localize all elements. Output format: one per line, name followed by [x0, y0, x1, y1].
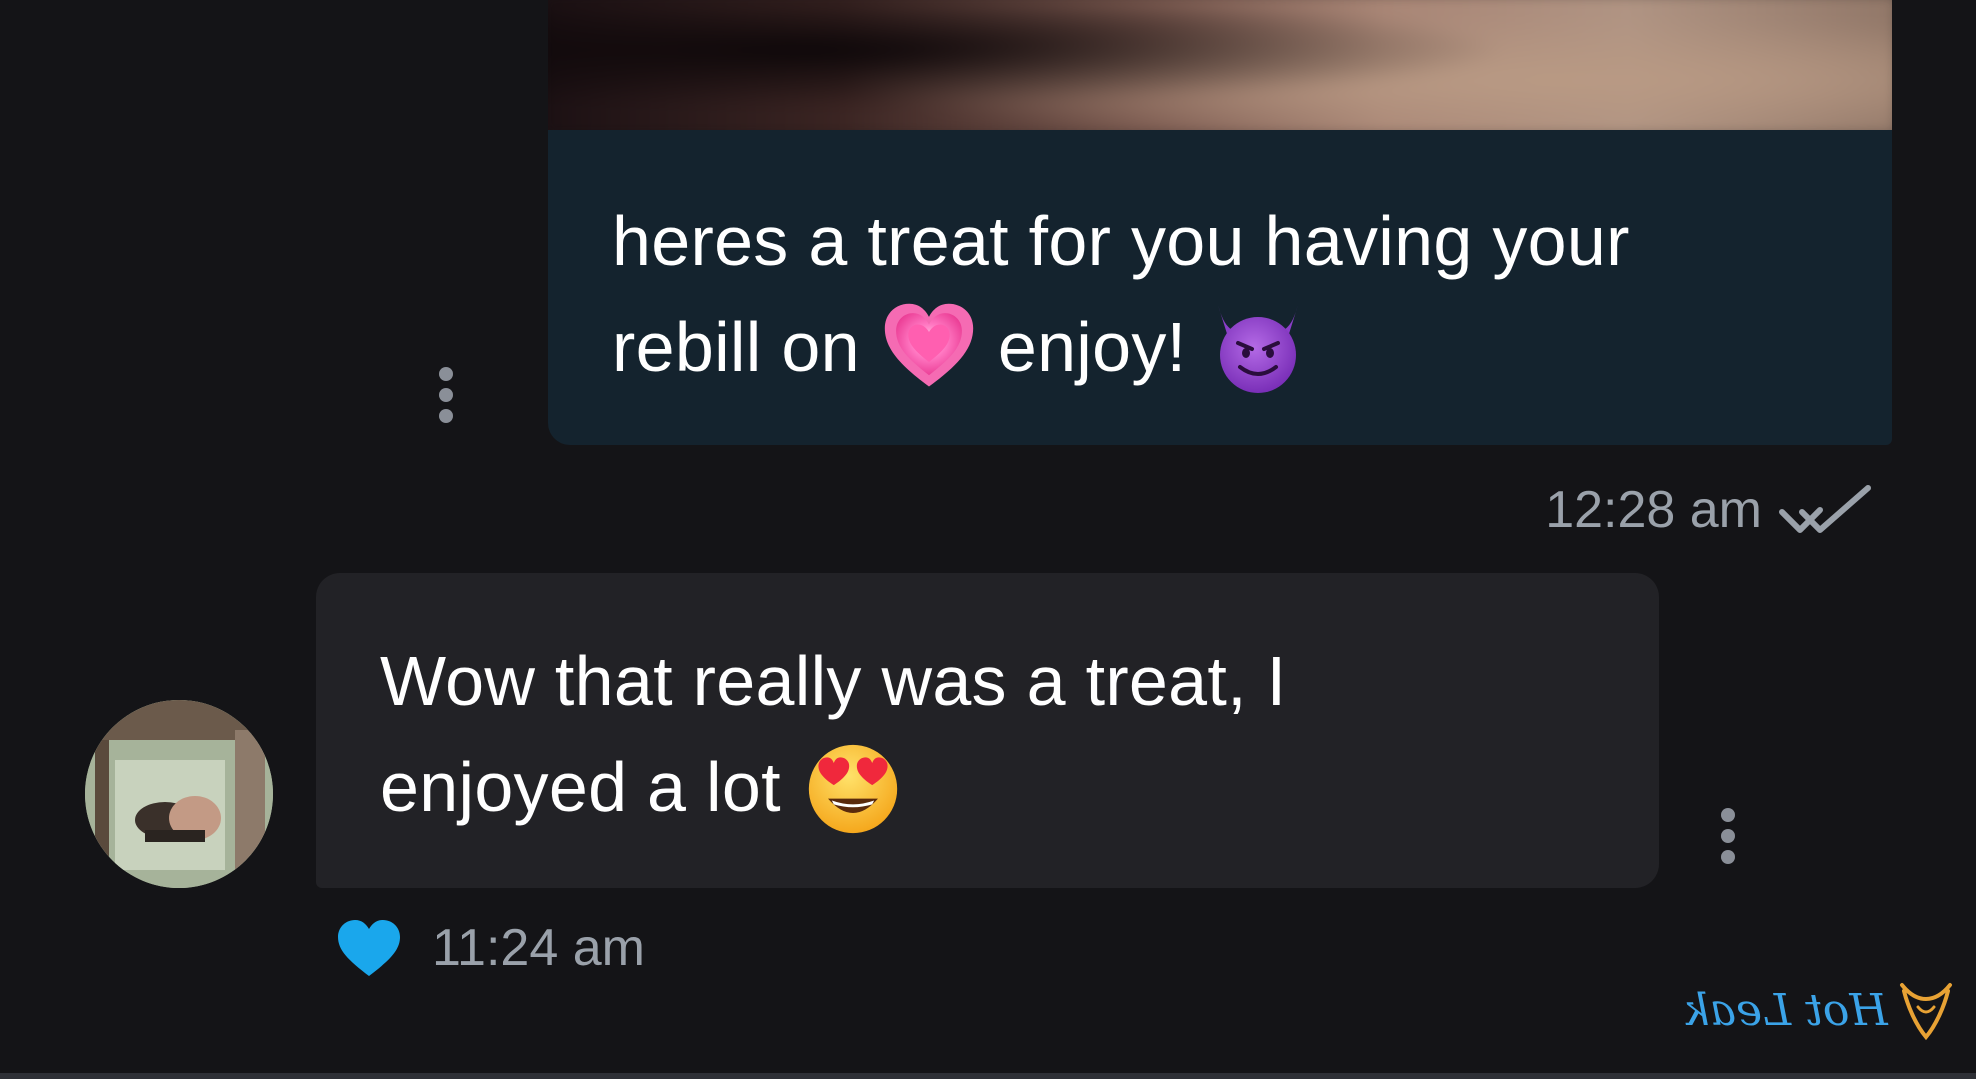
- received-message-more-icon[interactable]: [1720, 808, 1736, 864]
- received-message-line-2-text: enjoyed a lot: [380, 748, 781, 826]
- sent-message-text: heres a treat for you having your rebill…: [612, 188, 1852, 403]
- growing-heart-icon: [884, 303, 974, 386]
- received-message-text: Wow that really was a treat, I enjoyed a…: [380, 628, 1580, 841]
- received-message-time: 11:24 am: [432, 919, 645, 977]
- received-message-line-1: Wow that really was a treat, I: [380, 642, 1287, 720]
- hotleak-logo-icon: [1900, 983, 1952, 1041]
- double-check-icon: [1779, 485, 1871, 533]
- heart-eyes-icon: [808, 744, 898, 833]
- sent-message-more-icon[interactable]: [438, 367, 454, 423]
- sent-message-line-1: heres a treat for you having your: [612, 202, 1630, 280]
- watermark-text: Hot Leak: [1683, 984, 1888, 1036]
- sent-message-line-2: rebill on enjoy!: [612, 294, 1852, 403]
- sent-media-preview[interactable]: [548, 0, 1892, 130]
- watermark: Hot Leak: [1683, 977, 1956, 1043]
- received-message-meta: 11:24 am: [336, 918, 645, 978]
- received-message-line-2: enjoyed a lot: [380, 734, 1580, 841]
- sent-message-line-2-b: enjoy!: [997, 308, 1187, 386]
- chat-screen: heres a treat for you having your rebill…: [0, 0, 1976, 1079]
- avatar-photo: [85, 700, 273, 888]
- bottom-divider: [0, 1073, 1976, 1079]
- sent-message-meta: 12:28 am: [1545, 480, 1876, 540]
- contact-avatar[interactable]: [85, 700, 273, 888]
- smiling-devil-icon: [1218, 304, 1299, 393]
- sent-message-line-2-a: rebill on: [612, 308, 860, 386]
- sent-message-time: 12:28 am: [1545, 481, 1762, 539]
- heart-icon[interactable]: [336, 918, 402, 978]
